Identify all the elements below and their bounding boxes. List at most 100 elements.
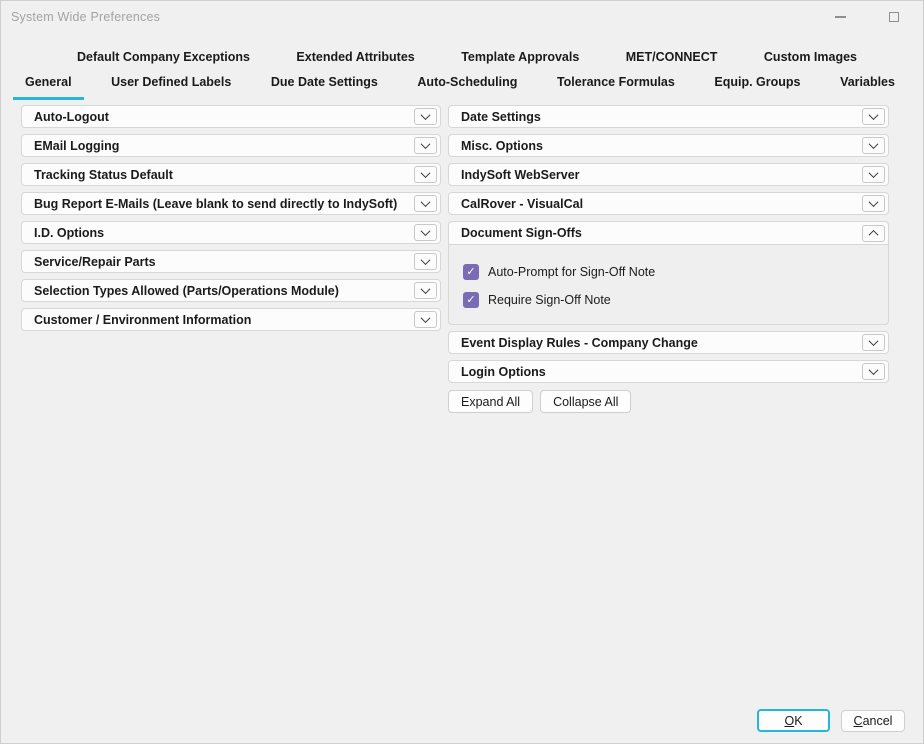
- collapse-section-button[interactable]: [862, 225, 885, 242]
- expand-section-button[interactable]: [862, 195, 885, 212]
- chevron-down-icon: [869, 139, 879, 149]
- tab-strip-row-1: Default Company Exceptions Extended Attr…: [1, 48, 923, 72]
- section-label: Login Options: [461, 365, 862, 379]
- section-label: Document Sign-Offs: [461, 226, 862, 240]
- expand-section-button[interactable]: [414, 224, 437, 241]
- expand-section-button[interactable]: [862, 363, 885, 380]
- general-tab-content: Auto-Logout EMail Logging Tracking Statu…: [21, 105, 923, 743]
- section-selection-types-allowed[interactable]: Selection Types Allowed (Parts/Operation…: [21, 279, 441, 302]
- section-label: Auto-Logout: [34, 110, 414, 124]
- section-date-settings[interactable]: Date Settings: [448, 105, 889, 128]
- document-sign-offs-body: ✓ Auto-Prompt for Sign-Off Note ✓ Requir…: [449, 245, 888, 324]
- chevron-down-icon: [421, 284, 431, 294]
- expand-section-button[interactable]: [862, 334, 885, 351]
- tab-template-approvals[interactable]: Template Approvals: [449, 48, 591, 72]
- section-document-sign-offs[interactable]: Document Sign-Offs: [449, 222, 888, 245]
- maximize-button[interactable]: [879, 3, 909, 31]
- chevron-down-icon: [869, 197, 879, 207]
- section-label: Selection Types Allowed (Parts/Operation…: [34, 284, 414, 298]
- section-label: Tracking Status Default: [34, 168, 414, 182]
- titlebar: System Wide Preferences: [1, 1, 923, 33]
- expand-section-button[interactable]: [414, 282, 437, 299]
- expand-section-button[interactable]: [414, 108, 437, 125]
- expand-section-button[interactable]: [414, 195, 437, 212]
- ok-button-label: OK: [784, 714, 802, 728]
- tab-custom-images[interactable]: Custom Images: [752, 48, 869, 72]
- chevron-down-icon: [869, 365, 879, 375]
- section-event-display-rules-company-change[interactable]: Event Display Rules - Company Change: [448, 331, 889, 354]
- chevron-up-icon: [869, 229, 879, 239]
- chevron-down-icon: [421, 139, 431, 149]
- expand-section-button[interactable]: [414, 253, 437, 270]
- section-misc-options[interactable]: Misc. Options: [448, 134, 889, 157]
- section-document-sign-offs-expanded: Document Sign-Offs ✓ Auto-Prompt for Sig…: [448, 221, 889, 325]
- tab-equip-groups[interactable]: Equip. Groups: [702, 73, 812, 100]
- cancel-button[interactable]: Cancel: [841, 710, 905, 732]
- expand-section-button[interactable]: [862, 108, 885, 125]
- dialog-footer: OK Cancel: [757, 709, 905, 732]
- expand-section-button[interactable]: [862, 166, 885, 183]
- tab-extended-attributes[interactable]: Extended Attributes: [284, 48, 426, 72]
- chevron-down-icon: [869, 336, 879, 346]
- section-auto-logout[interactable]: Auto-Logout: [21, 105, 441, 128]
- section-id-options[interactable]: I.D. Options: [21, 221, 441, 244]
- checkmark-icon: ✓: [466, 267, 475, 278]
- minimize-button[interactable]: [825, 3, 855, 31]
- left-column: Auto-Logout EMail Logging Tracking Statu…: [21, 105, 441, 743]
- tab-general[interactable]: General: [13, 73, 84, 100]
- chevron-down-icon: [421, 110, 431, 120]
- maximize-icon: [889, 12, 899, 22]
- section-label: Service/Repair Parts: [34, 255, 414, 269]
- chevron-down-icon: [421, 255, 431, 265]
- system-wide-preferences-dialog: System Wide Preferences Default Company …: [0, 0, 924, 744]
- chevron-down-icon: [421, 313, 431, 323]
- section-label: Date Settings: [461, 110, 862, 124]
- section-email-logging[interactable]: EMail Logging: [21, 134, 441, 157]
- section-customer-environment-information[interactable]: Customer / Environment Information: [21, 308, 441, 331]
- tab-tolerance-formulas[interactable]: Tolerance Formulas: [545, 73, 687, 100]
- section-label: Misc. Options: [461, 139, 862, 153]
- chevron-down-icon: [421, 168, 431, 178]
- checkbox-checked-icon[interactable]: ✓: [463, 264, 479, 280]
- tab-default-company-exceptions[interactable]: Default Company Exceptions: [65, 48, 262, 72]
- expand-all-button[interactable]: Expand All: [448, 390, 533, 413]
- tab-met-connect[interactable]: MET/CONNECT: [614, 48, 730, 72]
- checkbox-row-require-sign-off-note[interactable]: ✓ Require Sign-Off Note: [463, 292, 874, 308]
- tab-variables[interactable]: Variables: [828, 73, 907, 100]
- window-controls: [825, 1, 909, 33]
- tab-auto-scheduling[interactable]: Auto-Scheduling: [405, 73, 529, 100]
- section-label: I.D. Options: [34, 226, 414, 240]
- section-label: Event Display Rules - Company Change: [461, 336, 862, 350]
- collapse-all-button[interactable]: Collapse All: [540, 390, 631, 413]
- expand-section-button[interactable]: [414, 311, 437, 328]
- window-title: System Wide Preferences: [11, 10, 160, 24]
- tab-due-date-settings[interactable]: Due Date Settings: [259, 73, 390, 100]
- checkbox-label: Auto-Prompt for Sign-Off Note: [488, 265, 655, 279]
- section-login-options[interactable]: Login Options: [448, 360, 889, 383]
- section-label: EMail Logging: [34, 139, 414, 153]
- checkbox-label: Require Sign-Off Note: [488, 293, 611, 307]
- section-indysoft-webserver[interactable]: IndySoft WebServer: [448, 163, 889, 186]
- section-calrover-visualcal[interactable]: CalRover - VisualCal: [448, 192, 889, 215]
- section-label: IndySoft WebServer: [461, 168, 862, 182]
- section-service-repair-parts[interactable]: Service/Repair Parts: [21, 250, 441, 273]
- expand-section-button[interactable]: [414, 137, 437, 154]
- minimize-icon: [835, 16, 846, 18]
- right-column: Date Settings Misc. Options IndySoft Web…: [448, 105, 889, 743]
- checkmark-icon: ✓: [466, 295, 475, 306]
- tab-strip-row-2: General User Defined Labels Due Date Set…: [1, 73, 923, 100]
- expand-collapse-actions: Expand All Collapse All: [448, 390, 889, 413]
- checkbox-checked-icon[interactable]: ✓: [463, 292, 479, 308]
- section-label: Bug Report E-Mails (Leave blank to send …: [34, 197, 414, 211]
- tab-user-defined-labels[interactable]: User Defined Labels: [99, 73, 243, 100]
- section-tracking-status-default[interactable]: Tracking Status Default: [21, 163, 441, 186]
- checkbox-row-auto-prompt-sign-off-note[interactable]: ✓ Auto-Prompt for Sign-Off Note: [463, 264, 874, 280]
- expand-section-button[interactable]: [862, 137, 885, 154]
- section-bug-report-emails[interactable]: Bug Report E-Mails (Leave blank to send …: [21, 192, 441, 215]
- chevron-down-icon: [421, 197, 431, 207]
- ok-button[interactable]: OK: [757, 709, 830, 732]
- chevron-down-icon: [869, 168, 879, 178]
- section-label: Customer / Environment Information: [34, 313, 414, 327]
- expand-section-button[interactable]: [414, 166, 437, 183]
- cancel-button-label: Cancel: [854, 714, 893, 728]
